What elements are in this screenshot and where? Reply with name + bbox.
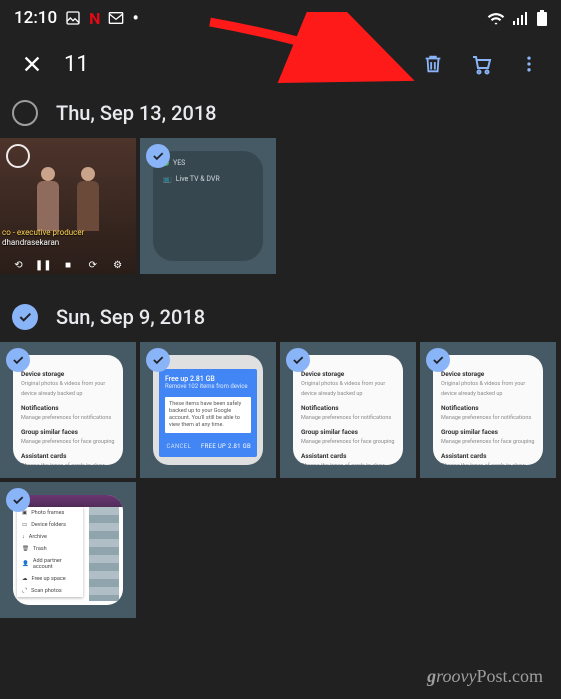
photo-thumb[interactable]: Device storageOriginal photos & videos f… <box>280 342 416 478</box>
gear-icon: ⚙ <box>113 260 123 270</box>
dialog-title: Free up 2.81 GB <box>165 375 251 383</box>
photo-thumb[interactable]: YES 📺 Live TV & DVR <box>140 138 276 274</box>
thumb-check[interactable] <box>146 144 170 168</box>
stop-icon: ■ <box>63 260 73 270</box>
more-dot-icon: • <box>132 8 138 29</box>
battery-icon <box>537 10 547 26</box>
add-button[interactable] <box>361 40 409 88</box>
video-caption-name: dhandrasekaran <box>2 238 59 247</box>
status-bar: 12:10 N • <box>0 0 561 36</box>
overflow-button[interactable] <box>505 40 553 88</box>
pause-icon: ❚❚ <box>38 260 48 270</box>
freeup-dialog: Free up 2.81 GB Remove 102 items from de… <box>159 369 257 457</box>
photo-thumb[interactable]: Device storageOriginal photos & videos f… <box>0 342 136 478</box>
dialog-cancel: CANCEL <box>167 443 191 450</box>
date-header-2[interactable]: Sun, Sep 9, 2018 <box>0 296 561 342</box>
thumb-check[interactable] <box>426 348 450 372</box>
thumb-check[interactable] <box>6 488 30 512</box>
thumb-label: YES <box>173 159 185 167</box>
photo-thumb[interactable]: Device storageOriginal photos & videos f… <box>420 342 556 478</box>
thumb-label: Live TV & DVR <box>176 175 220 183</box>
thumb-check[interactable] <box>286 348 310 372</box>
grid-2: Device storageOriginal photos & videos f… <box>0 342 561 640</box>
settings-preview: Device storageOriginal photos & videos f… <box>301 365 395 465</box>
signal-icon <box>513 11 529 25</box>
date-header-1[interactable]: Thu, Sep 13, 2018 <box>0 92 561 138</box>
date-label-1: Thu, Sep 13, 2018 <box>56 101 217 125</box>
drawer-menu-preview: ▣Photo frames ▭Device folders ↓Archive 🗑… <box>17 507 83 597</box>
gmail-icon <box>108 11 124 25</box>
photo-thumb[interactable]: ▣Photo frames ▭Device folders ↓Archive 🗑… <box>0 482 136 618</box>
watermark-text: roovy <box>436 666 476 686</box>
forward-icon: ⟳ <box>88 260 98 270</box>
wifi-icon <box>487 11 505 25</box>
share-button[interactable] <box>313 40 361 88</box>
thumb-check[interactable] <box>146 348 170 372</box>
delete-button[interactable] <box>409 40 457 88</box>
selection-count: 11 <box>64 52 89 77</box>
close-button[interactable] <box>8 40 56 88</box>
settings-preview: Device storageOriginal photos & videos f… <box>21 365 115 465</box>
netflix-icon: N <box>89 9 100 28</box>
settings-preview: Device storageOriginal photos & videos f… <box>441 365 535 465</box>
watermark: groovyPost.com <box>427 666 543 687</box>
photo-thumb[interactable]: Free up 2.81 GB Remove 102 items from de… <box>140 342 276 478</box>
video-caption-role: co - executive producer <box>2 228 84 237</box>
thumb-check[interactable] <box>6 348 30 372</box>
image-icon <box>65 10 81 26</box>
dialog-body: These items have been safely backed up t… <box>165 397 251 433</box>
tv-icon: 📺 <box>163 175 172 183</box>
cart-button[interactable] <box>457 40 505 88</box>
status-time: 12:10 <box>14 8 57 28</box>
status-right <box>487 10 547 26</box>
date-select-2[interactable] <box>12 304 38 330</box>
dialog-confirm: FREE UP 2.81 GB <box>201 443 251 450</box>
photo-thumb[interactable]: co - executive producer dhandrasekaran ⟲… <box>0 138 136 274</box>
thumb-check[interactable] <box>6 144 30 168</box>
selection-toolbar: 11 <box>0 36 561 92</box>
status-left: 12:10 N • <box>14 8 139 29</box>
rewind-icon: ⟲ <box>13 260 23 270</box>
grid-1: co - executive producer dhandrasekaran ⟲… <box>0 138 561 296</box>
date-label-2: Sun, Sep 9, 2018 <box>56 305 205 329</box>
date-select-1[interactable] <box>12 100 38 126</box>
video-controls: ⟲ ❚❚ ■ ⟳ ⚙ <box>0 260 136 270</box>
dialog-subtitle: Remove 102 items from device <box>165 383 251 391</box>
